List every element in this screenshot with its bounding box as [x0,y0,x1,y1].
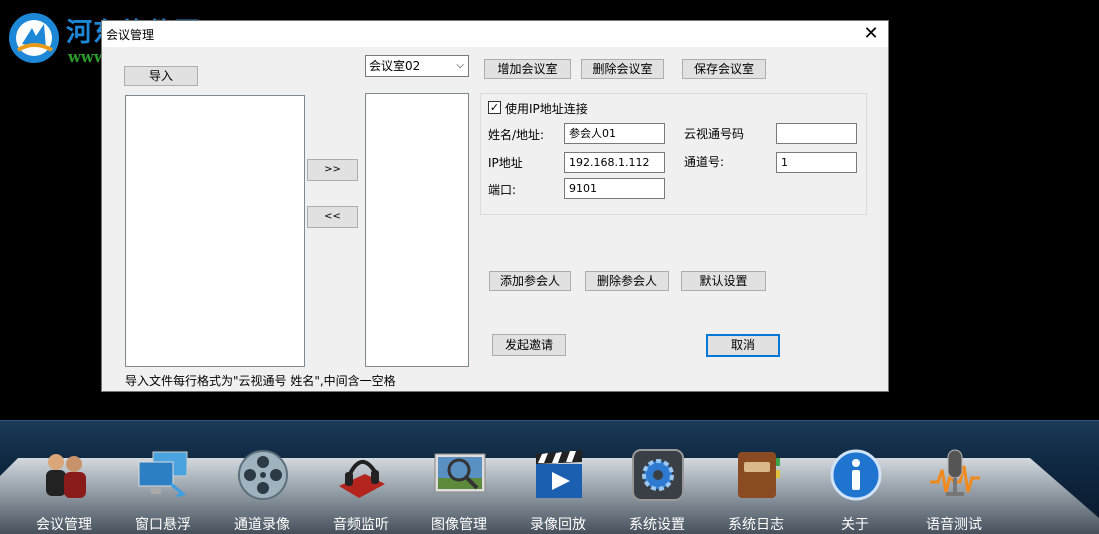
add-participant-button[interactable]: 添加参会人 [489,271,571,291]
dock-item-voice-test[interactable]: 语音测试 [912,446,996,534]
dock-label: 录像回放 [530,517,586,533]
use-ip-checkbox[interactable]: ✓ [488,101,501,114]
monitors-icon [138,451,188,498]
cloud-id-label: 云视通号码 [684,127,745,141]
move-right-button[interactable]: >> [307,159,358,181]
dialog-titlebar: 会议管理 ✕ [102,21,888,47]
participants-list[interactable] [365,93,469,367]
headphones-icon [339,460,385,498]
dock-item-about[interactable]: 关于 [813,446,897,534]
meeting-people-icon [46,454,86,498]
dock-label: 系统设置 [629,517,685,533]
name-field[interactable]: 参会人01 [564,123,665,144]
dock-item-floating-window[interactable]: 窗口悬浮 [121,446,205,534]
send-invite-button[interactable]: 发起邀请 [492,334,566,356]
watermark-logo-icon [9,13,59,63]
channel-field[interactable]: 1 [776,152,857,173]
dock-label: 会议管理 [36,517,92,533]
channel-label: 通道号: [684,155,725,169]
contacts-list[interactable] [125,95,305,367]
film-reel-icon [238,450,288,500]
save-room-button[interactable]: 保存会议室 [682,59,766,79]
delete-room-button[interactable]: 删除会议室 [581,59,664,79]
close-icon[interactable]: ✕ [860,23,882,45]
ip-field[interactable]: 192.168.1.112 [564,152,665,173]
gear-settings-icon [632,449,684,501]
microphone-icon [930,449,980,496]
import-button[interactable]: 导入 [124,66,198,86]
cancel-button[interactable]: 取消 [706,334,780,357]
room-select-value: 会议室02 [369,59,421,73]
dock-item-image-manage[interactable]: 图像管理 [417,446,501,534]
dock-label: 语音测试 [926,517,982,533]
dock-item-playback[interactable]: 录像回放 [516,446,600,534]
port-label: 端口: [488,183,517,197]
port-field[interactable]: 9101 [564,178,665,199]
chevron-down-icon: ⌵ [456,60,464,71]
move-left-button[interactable]: << [307,206,358,228]
dock-label: 关于 [841,517,869,533]
magnifier-picture-icon [434,453,486,493]
dock-label: 图像管理 [431,517,487,533]
room-select[interactable]: 会议室02 ⌵ [365,55,469,77]
delete-participant-button[interactable]: 删除参会人 [585,271,669,291]
dock-item-system-log[interactable]: 系统日志 [714,446,798,534]
dock-label: 音频监听 [333,517,389,533]
dock-label: 通道录像 [234,517,290,533]
dock-item-meeting[interactable]: 会议管理 [22,446,106,534]
use-ip-label: 使用IP地址连接 [505,102,588,116]
dock-item-system-settings[interactable]: 系统设置 [615,446,699,534]
logbook-icon [738,452,780,498]
meeting-management-dialog: 会议管理 ✕ 导入 >> << 会议室02 ⌵ 增加会议室 删除会议室 保存会议… [101,20,889,392]
dock-item-channel-record[interactable]: 通道录像 [220,446,304,534]
default-settings-button[interactable]: 默认设置 [681,271,766,291]
info-icon [830,449,882,501]
import-format-hint: 导入文件每行格式为"云视通号 姓名",中间含一空格 [125,374,396,388]
dock-label: 系统日志 [728,517,784,533]
clapper-play-icon [536,450,582,498]
ip-label: IP地址 [488,156,523,170]
add-room-button[interactable]: 增加会议室 [484,59,571,79]
name-label: 姓名/地址: [488,128,545,142]
cloud-id-field[interactable] [776,123,857,144]
dialog-title: 会议管理 [106,28,155,42]
dock-label: 窗口悬浮 [135,517,191,533]
dock-item-audio-monitor[interactable]: 音频监听 [319,446,403,534]
